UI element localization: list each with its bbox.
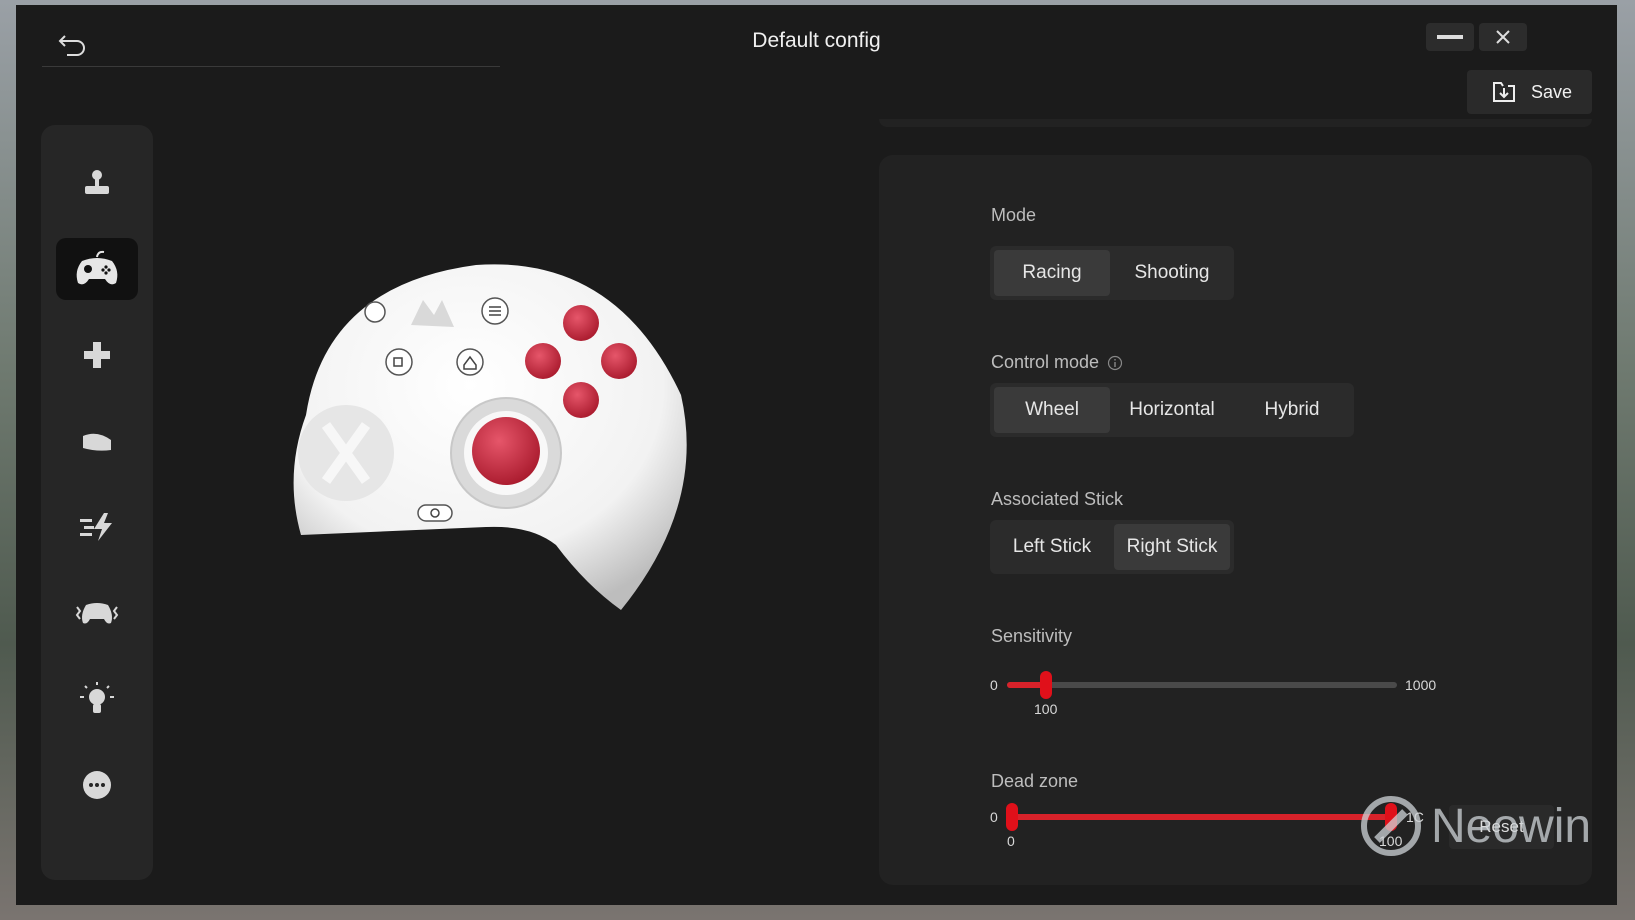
sensitivity-thumb[interactable]: [1040, 671, 1052, 699]
trigger-icon: [83, 433, 111, 451]
light-bulb-icon: [80, 682, 114, 713]
app-window: Default config Save Mode Racing Shooting…: [16, 5, 1617, 905]
close-button[interactable]: [1479, 23, 1527, 51]
gamepad-icon: [76, 250, 118, 285]
sidebar-item-light[interactable]: [56, 668, 138, 730]
close-icon: [1496, 30, 1510, 44]
control-mode-label: Control mode: [991, 352, 1100, 372]
sidebar-item-turbo[interactable]: [56, 496, 138, 558]
more-icon: [83, 771, 111, 799]
associated-stick-label: Associated Stick: [991, 489, 1124, 509]
vibration-icon: [75, 603, 119, 624]
watermark: Neowin: [1361, 795, 1621, 857]
dead-zone-fill: [1009, 814, 1391, 820]
mode-segmented: Racing Shooting: [990, 246, 1234, 300]
sidebar-item-dpad[interactable]: [56, 324, 138, 386]
sensitivity-min: 0: [990, 677, 998, 693]
control-mode-option-horizontal[interactable]: Horizontal: [1114, 387, 1230, 433]
stick-option-right[interactable]: Right Stick: [1114, 524, 1230, 570]
header-divider: [42, 66, 500, 67]
turbo-icon: [80, 513, 112, 541]
stick-option-left[interactable]: Left Stick: [994, 524, 1110, 570]
sidebar: [41, 125, 153, 880]
dpad-icon: [84, 342, 110, 368]
dead-zone-min: 0: [990, 809, 998, 825]
info-icon[interactable]: [1107, 355, 1123, 371]
control-mode-label-row: Control mode: [991, 352, 1123, 373]
minimize-button[interactable]: [1426, 23, 1474, 51]
save-button[interactable]: Save: [1467, 70, 1592, 114]
sidebar-item-trigger[interactable]: [56, 410, 138, 472]
sidebar-item-more[interactable]: [56, 754, 138, 816]
save-label: Save: [1531, 81, 1573, 102]
sensitivity-value: 100: [1034, 701, 1058, 717]
dead-zone-label: Dead zone: [991, 771, 1079, 791]
sensitivity-track[interactable]: [1007, 682, 1397, 688]
minimize-icon: [1437, 35, 1463, 39]
settings-panel: Mode Racing Shooting Control mode Wheel …: [879, 155, 1592, 885]
control-mode-segmented: Wheel Horizontal Hybrid: [990, 383, 1354, 437]
sidebar-item-gamepad[interactable]: [56, 238, 138, 300]
save-icon: [1493, 82, 1515, 102]
window-title: Default config: [752, 29, 881, 52]
sidebar-item-vibration[interactable]: [56, 582, 138, 644]
mode-label: Mode: [991, 205, 1037, 225]
sensitivity-max: 1000: [1405, 677, 1437, 693]
watermark-text: Neowin: [1431, 799, 1592, 853]
dead-zone-low-value: 0: [1007, 833, 1015, 849]
panel-top-strip: [879, 119, 1592, 127]
neowin-logo-icon: [1361, 796, 1421, 856]
mode-option-shooting[interactable]: Shooting: [1114, 250, 1230, 296]
associated-stick-segmented: Left Stick Right Stick: [990, 520, 1234, 574]
sensitivity-label: Sensitivity: [991, 626, 1073, 646]
dead-zone-low-thumb[interactable]: [1006, 803, 1018, 831]
joystick-icon: [85, 170, 109, 194]
control-mode-option-hybrid[interactable]: Hybrid: [1234, 387, 1350, 433]
mode-option-racing[interactable]: Racing: [994, 250, 1110, 296]
control-mode-option-wheel[interactable]: Wheel: [994, 387, 1110, 433]
sidebar-item-joystick[interactable]: [56, 152, 138, 214]
controller-image: [293, 264, 687, 610]
